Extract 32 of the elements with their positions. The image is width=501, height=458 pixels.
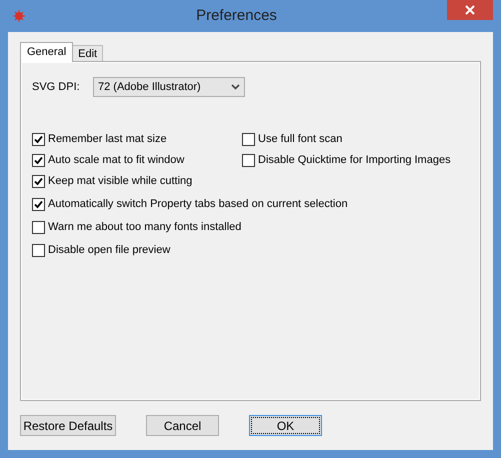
checkbox[interactable] (32, 220, 45, 234)
field-label: SVG DPI: (32, 80, 81, 95)
check-icon (34, 176, 43, 186)
check-icon (34, 134, 43, 144)
checkbox-label: Remember last mat size (48, 132, 167, 147)
check-icon (34, 156, 43, 164)
dialog-button[interactable]: Cancel (146, 415, 219, 436)
checkbox-label: Disable open file preview (48, 242, 170, 258)
check-icon (34, 200, 43, 208)
checkbox[interactable] (32, 174, 45, 188)
checkbox-label: Warn me about too many fonts installed (48, 220, 242, 235)
app-icon (12, 9, 26, 23)
checkbox[interactable] (32, 244, 45, 256)
checkbox[interactable] (242, 132, 255, 146)
dialog-button[interactable]: OK (249, 415, 322, 436)
checkbox-label: Automatically switch Property tabs based on current selection (48, 196, 348, 212)
tab[interactable]: General (20, 42, 74, 62)
checkbox[interactable] (242, 154, 255, 166)
checkbox[interactable] (32, 198, 45, 210)
close-icon (465, 5, 475, 15)
dialog-button[interactable]: Restore Defaults (20, 415, 116, 436)
tab[interactable]: Edit (73, 45, 104, 62)
checkbox[interactable] (32, 154, 45, 166)
close-button[interactable] (447, 0, 493, 20)
dpi-dropdown[interactable]: 72 (Adobe Illustrator) (93, 77, 245, 97)
window-title: Preferences (195, 6, 278, 26)
checkbox-label: Auto scale mat to fit window (48, 152, 184, 168)
chevron-down-icon (231, 84, 240, 90)
checkbox-label: Use full font scan (258, 132, 342, 147)
checkbox-label: Disable Quicktime for Importing Images (258, 152, 451, 168)
checkbox-label: Keep mat visible while cutting (48, 174, 192, 189)
checkbox[interactable] (32, 132, 45, 146)
